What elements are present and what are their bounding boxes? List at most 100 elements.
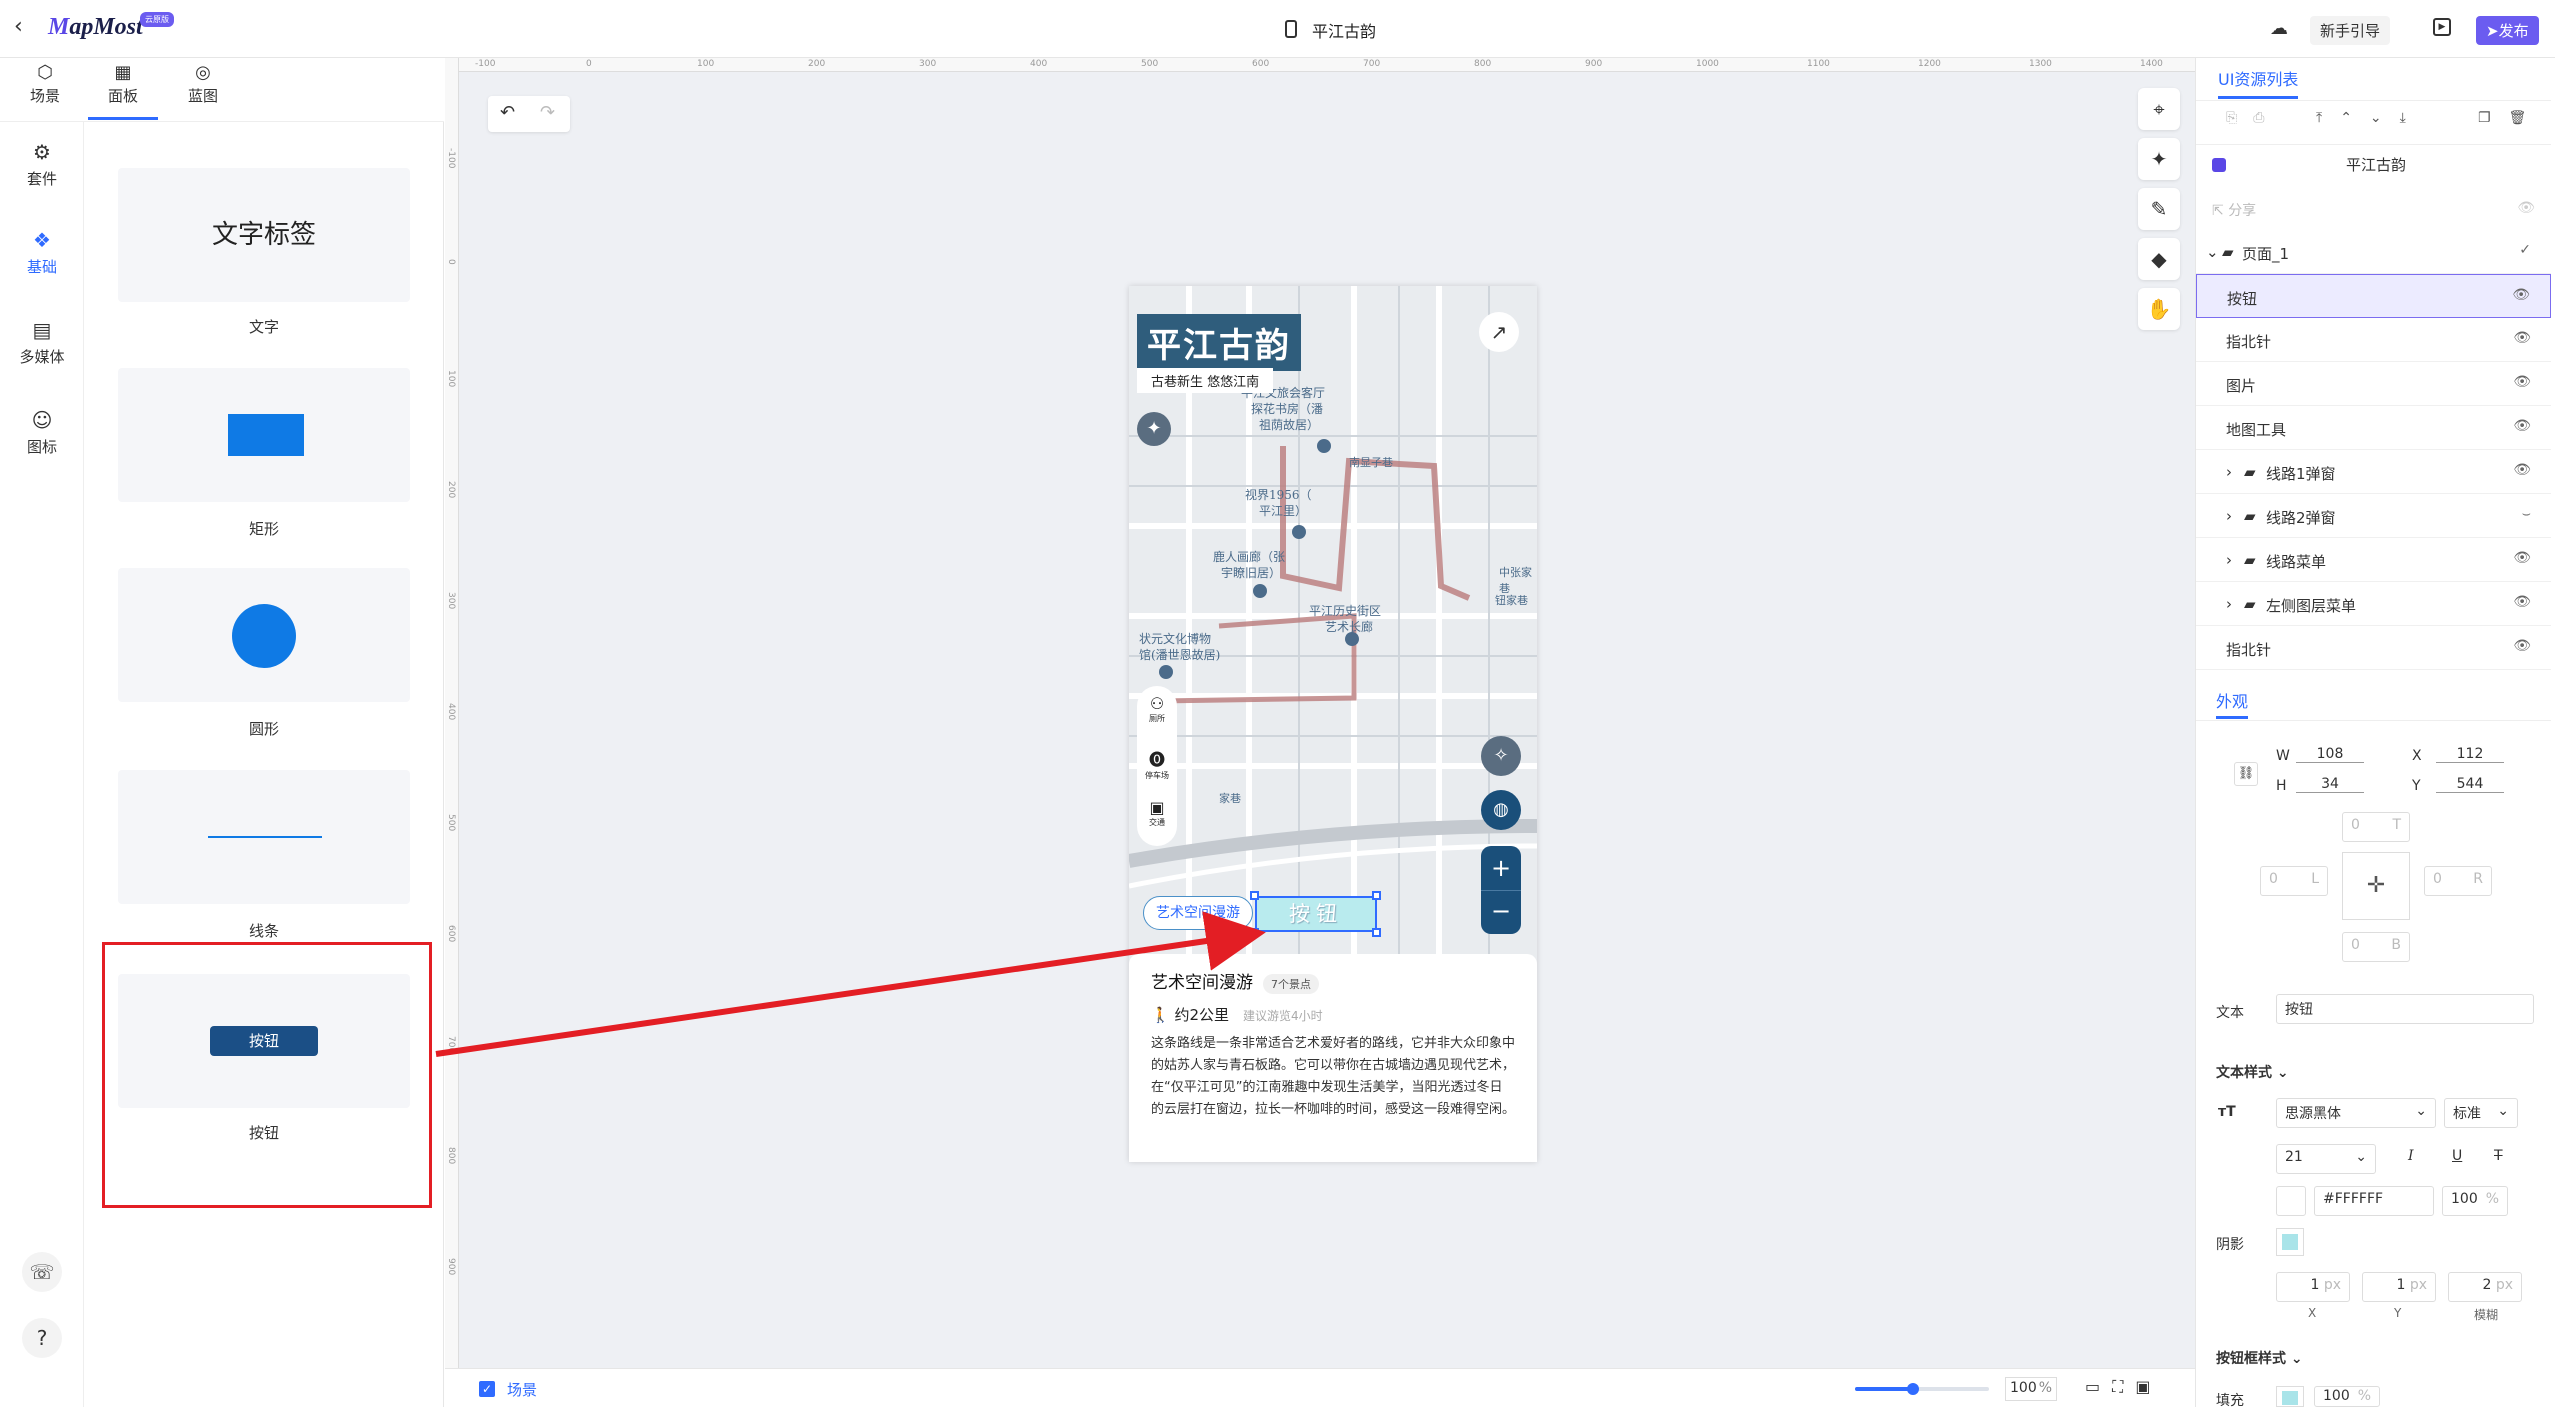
text-component-card[interactable]: 文字标签: [118, 168, 410, 302]
height-input[interactable]: 34: [2296, 776, 2364, 793]
rect-component-card[interactable]: [118, 368, 410, 502]
tree-item-button[interactable]: 按钮 👁: [2196, 274, 2551, 318]
preview-icon[interactable]: ▶: [2433, 18, 2451, 36]
publish-button[interactable]: ➤发布: [2476, 16, 2539, 45]
width-input[interactable]: 108: [2296, 746, 2364, 763]
back-icon[interactable]: ‹: [14, 14, 23, 39]
guide-button[interactable]: 新手引导: [2310, 16, 2391, 45]
globe-icon[interactable]: ◍: [1481, 790, 1521, 830]
redo-icon[interactable]: ↷: [540, 102, 555, 123]
eye-icon[interactable]: 👁: [2513, 330, 2531, 346]
fill-opacity-input[interactable]: 100%: [2314, 1386, 2380, 1407]
share-external-icon[interactable]: ↗: [1479, 312, 1519, 352]
text-color-swatch[interactable]: [2276, 1186, 2306, 1216]
shadow-color-swatch[interactable]: [2276, 1228, 2304, 1256]
font-size-select[interactable]: 21 ⌄: [2276, 1144, 2376, 1174]
eye-icon[interactable]: 👁: [2513, 550, 2531, 566]
shadow-x-input[interactable]: 1 px: [2276, 1272, 2350, 1302]
tree-item-image[interactable]: 图片 👁: [2196, 362, 2551, 406]
link-icon[interactable]: ⛓: [2234, 762, 2258, 786]
nav-media[interactable]: ▤ 多媒体: [0, 318, 84, 367]
fill-color-swatch[interactable]: [2276, 1386, 2304, 1407]
share-row[interactable]: ⇱ 分享: [2212, 200, 2256, 220]
margin-bottom-input[interactable]: 0 B: [2342, 932, 2410, 962]
tree-item-compass-2[interactable]: 指北针 👁: [2196, 626, 2551, 670]
resize-handle[interactable]: [1250, 928, 1259, 937]
eye-icon[interactable]: 👁: [2513, 418, 2531, 434]
side-menu-transit[interactable]: ▣ 交通: [1137, 798, 1177, 828]
strikethrough-icon[interactable]: T: [2494, 1148, 2503, 1164]
y-input[interactable]: 544: [2436, 776, 2504, 793]
compass-needle-icon[interactable]: ✧: [1481, 736, 1521, 776]
magic-wand-icon[interactable]: ✦: [2138, 138, 2180, 180]
zoom-slider-handle[interactable]: [1907, 1383, 1919, 1395]
x-input[interactable]: 112: [2436, 746, 2504, 763]
brush-icon[interactable]: ✎: [2138, 188, 2180, 230]
tab-ui-resources[interactable]: UI资源列表: [2218, 66, 2299, 99]
cube-icon[interactable]: ◆: [2138, 238, 2180, 280]
margin-top-input[interactable]: 0 T: [2342, 812, 2410, 842]
weight-select[interactable]: 标准 ⌄: [2444, 1098, 2518, 1128]
line-component-card[interactable]: [118, 770, 410, 904]
zoom-in-icon[interactable]: +: [1481, 846, 1521, 890]
tree-item-layer-menu[interactable]: › ▰ 左侧图层菜单 👁: [2196, 582, 2551, 626]
cloud-sync-icon[interactable]: ☁: [2270, 18, 2288, 39]
order-tools[interactable]: ⤒⌃⌄⤓: [2316, 110, 2424, 126]
zoom-out-icon[interactable]: −: [1481, 890, 1521, 934]
tree-item-route-menu[interactable]: › ▰ 线路菜单 👁: [2196, 538, 2551, 582]
eye-icon[interactable]: 👁: [2513, 594, 2531, 610]
margin-left-input[interactable]: 0 L: [2260, 866, 2328, 896]
underline-icon[interactable]: U: [2452, 1148, 2462, 1164]
tree-item-route2[interactable]: › ▰ 线路2弹窗 ⌣: [2196, 494, 2551, 538]
tree-root[interactable]: 平江古韵: [2346, 154, 2406, 175]
margin-right-input[interactable]: 0 R: [2424, 866, 2492, 896]
tree-item-map-tools[interactable]: 地图工具 👁: [2196, 406, 2551, 450]
tab-panel[interactable]: ▦ 面板: [88, 62, 158, 120]
zoom-input[interactable]: 100%: [2005, 1377, 2057, 1401]
nav-kit[interactable]: ⚙ 套件: [0, 140, 84, 189]
text-opacity-input[interactable]: 100%: [2442, 1186, 2508, 1216]
position-anchor-icon[interactable]: ✛: [2342, 852, 2410, 920]
compass-icon[interactable]: ✦: [1137, 412, 1171, 446]
zoom-slider[interactable]: [1855, 1383, 1989, 1395]
italic-icon[interactable]: I: [2408, 1148, 2414, 1164]
scene-checkbox[interactable]: ✓: [479, 1381, 495, 1397]
locate-icon[interactable]: ⌖: [2138, 88, 2180, 130]
tree-item-route1[interactable]: › ▰ 线路1弹窗 👁: [2196, 450, 2551, 494]
side-menu-toilet[interactable]: ⚇ 厕所: [1137, 694, 1177, 724]
eye-icon[interactable]: 👁: [2517, 200, 2535, 216]
align-tools[interactable]: ⎘⎙: [2226, 110, 2280, 126]
shadow-blur-input[interactable]: 2 px: [2448, 1272, 2522, 1302]
hand-icon[interactable]: ✋: [2138, 288, 2180, 330]
resize-handle[interactable]: [1372, 891, 1381, 900]
font-select[interactable]: 思源黑体 ⌄: [2276, 1098, 2436, 1128]
tab-appearance[interactable]: 外观: [2216, 688, 2249, 719]
circle-component-card[interactable]: [118, 568, 410, 702]
map-view[interactable]: 平江文旅会客厅 探花书房（潘 祖荫故居） 视界1956（ 平江里） 鹿人画廊（张…: [1129, 286, 1537, 986]
tab-scene[interactable]: ⬡ 场景: [10, 62, 80, 106]
tree-item-page[interactable]: ⌄ ▰ 页面_1 ✓: [2196, 230, 2551, 274]
text-style-heading[interactable]: 文本样式 ⌄: [2216, 1062, 2289, 1082]
undo-icon[interactable]: ↶: [500, 102, 515, 123]
button-style-heading[interactable]: 按钮框样式 ⌄: [2216, 1348, 2303, 1368]
tab-blueprint[interactable]: ◎ 蓝图: [168, 62, 238, 106]
nav-icons[interactable]: ☺ 图标: [0, 408, 84, 457]
tree-item-compass[interactable]: 指北针 👁: [2196, 318, 2551, 362]
route-button[interactable]: 艺术空间漫游: [1143, 896, 1253, 930]
side-menu-parking[interactable]: ⓿ 停车场: [1137, 746, 1177, 781]
nav-basic[interactable]: ❖ 基础: [0, 228, 84, 277]
text-input[interactable]: 按钮: [2276, 994, 2534, 1024]
shadow-y-input[interactable]: 1 px: [2362, 1272, 2436, 1302]
support-icon[interactable]: ☏: [0, 1252, 84, 1296]
eye-icon[interactable]: 👁: [2513, 462, 2531, 478]
text-color-input[interactable]: #FFFFFF: [2314, 1186, 2434, 1216]
eye-closed-icon[interactable]: ⌣: [2522, 506, 2531, 522]
copy-delete-tools[interactable]: ❐🗑: [2478, 110, 2544, 126]
help-icon[interactable]: ?: [0, 1318, 84, 1362]
eye-icon[interactable]: 👁: [2513, 374, 2531, 390]
view-mode-icons[interactable]: ▭⛶▣: [2085, 1377, 2162, 1397]
selected-button-element[interactable]: 按钮: [1255, 896, 1377, 932]
resize-handle[interactable]: [1372, 928, 1381, 937]
eye-icon[interactable]: 👁: [2512, 287, 2530, 303]
resize-handle[interactable]: [1250, 891, 1259, 900]
